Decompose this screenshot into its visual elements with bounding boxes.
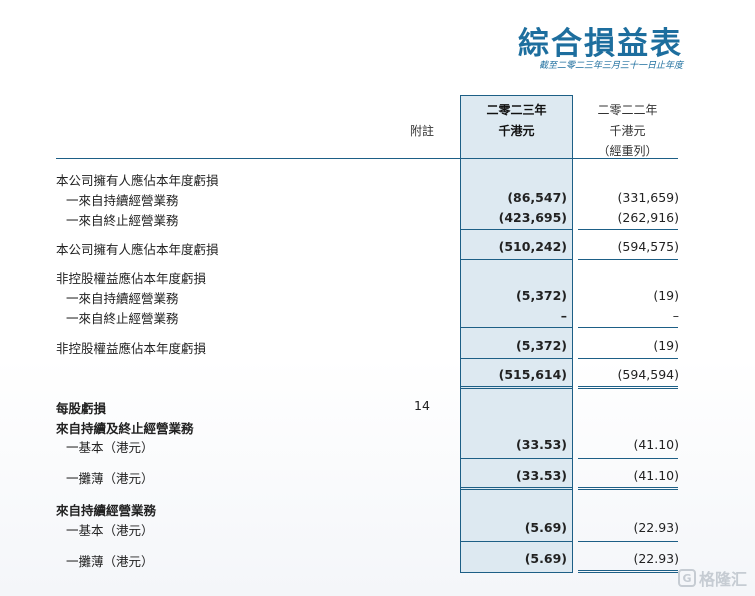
subtotal-rule [460, 358, 573, 359]
total-double-rule [578, 487, 678, 490]
total-current-value: (515,614) [498, 367, 567, 382]
current-value: (33.53) [516, 468, 567, 483]
total-row: (515,614) (594,594) [0, 367, 755, 387]
row-label: 一基本（港元） [66, 523, 154, 538]
prior-value: (262,916) [617, 210, 679, 225]
gelonghui-logo-icon: G [677, 569, 696, 587]
prior-value: (331,659) [617, 190, 679, 205]
note-header: 附註 [409, 124, 434, 138]
subtotal-rule [578, 229, 678, 230]
table-row: 每股虧損 14 [0, 398, 755, 418]
table-row: 一基本（港元） (33.53) (41.10) [0, 437, 755, 457]
row-label: 一來自持續經營業務 [66, 291, 179, 306]
row-label: 一攤薄（港元） [66, 554, 154, 569]
statement-title: 綜合損益表 [518, 26, 683, 62]
table-row: 一來自持續經營業務 (5,372) (19) [0, 288, 755, 308]
prior-unit-header: 千港元 [609, 124, 646, 138]
row-label: 每股虧損 [56, 401, 107, 416]
prior-value: (19) [653, 338, 679, 353]
table-row: 非控股權益應佔本年度虧損 (5,372) (19) [0, 338, 755, 358]
prior-value: (41.10) [633, 437, 679, 452]
prior-value: (594,575) [617, 239, 679, 254]
table-row: 一基本（港元） (5.69) (22.93) [0, 520, 755, 540]
row-label: 一基本（港元） [66, 440, 154, 455]
prior-value: – [672, 308, 679, 323]
current-value: (5,372) [516, 288, 567, 303]
current-value: (33.53) [516, 437, 567, 452]
row-label: 來自持續及終止經營業務 [56, 421, 194, 436]
current-value: (510,242) [498, 239, 567, 254]
table-row: 來自持續及終止經營業務 [0, 418, 755, 438]
header-divider [56, 158, 678, 159]
current-value: – [560, 308, 567, 323]
table-row: 一來自終止經營業務 (423,695) (262,916) [0, 210, 755, 230]
subtotal-rule [578, 358, 678, 359]
subtotal-rule [578, 541, 678, 542]
subtotal-rule [460, 259, 573, 260]
subtotal-rule [460, 541, 573, 542]
current-value: (5.69) [524, 520, 567, 535]
note-ref: 14 [414, 398, 430, 413]
prior-year-header: 二零二二年 [597, 103, 658, 117]
prior-value: (41.10) [633, 468, 679, 483]
total-double-rule [578, 386, 678, 389]
subtotal-rule [460, 327, 573, 328]
current-year-header: 二零二三年 [486, 103, 547, 117]
row-label: 一來自持續經營業務 [66, 193, 179, 208]
table-row: 本公司擁有人應佔本年度虧損 [0, 170, 755, 190]
current-value: (5.69) [524, 551, 567, 566]
subtotal-rule [578, 458, 678, 459]
current-value: (423,695) [498, 210, 567, 225]
table-row: 來自持續經營業務 [0, 500, 755, 520]
row-label: 一來自終止經營業務 [66, 213, 179, 228]
prior-value: (19) [653, 288, 679, 303]
statement-period: 截至二零二三年三月三十一日止年度 [538, 61, 683, 71]
row-label: 一攤薄（港元） [66, 471, 154, 486]
table-row: 一攤薄（港元） (33.53) (41.10) [0, 468, 755, 488]
table-row: 一攤薄（港元） (5.69) (22.93) [0, 551, 755, 571]
total-double-rule [460, 386, 573, 389]
total-prior-value: (594,594) [617, 367, 679, 382]
current-value: (86,547) [507, 190, 567, 205]
prior-value: (22.93) [633, 551, 679, 566]
subtotal-rule [460, 229, 573, 230]
table-row: 一來自終止經營業務 – – [0, 308, 755, 328]
subtotal-rule [460, 458, 573, 459]
row-label: 一來自終止經營業務 [66, 311, 179, 326]
prior-value: (22.93) [633, 520, 679, 535]
total-double-rule [578, 570, 678, 573]
table-row: 非控股權益應佔本年度虧損 [0, 268, 755, 288]
current-value: (5,372) [516, 338, 567, 353]
subtotal-rule [578, 259, 678, 260]
row-label: 本公司擁有人應佔本年度虧損 [56, 242, 219, 257]
row-label: 非控股權益應佔本年度虧損 [56, 271, 207, 286]
row-label: 非控股權益應佔本年度虧損 [56, 341, 207, 356]
current-unit-header: 千港元 [498, 124, 535, 138]
subtotal-rule [578, 327, 678, 328]
watermark: G 格隆汇 [677, 566, 747, 590]
prior-restated-header: （經重列） [597, 144, 658, 158]
total-double-rule [460, 487, 573, 490]
table-row: 一來自持續經營業務 (86,547) (331,659) [0, 190, 755, 210]
row-label: 本公司擁有人應佔本年度虧損 [56, 173, 219, 188]
watermark-text: 格隆汇 [698, 570, 747, 589]
row-label: 來自持續經營業務 [56, 503, 157, 518]
table-row: 本公司擁有人應佔本年度虧損 (510,242) (594,575) [0, 239, 755, 259]
